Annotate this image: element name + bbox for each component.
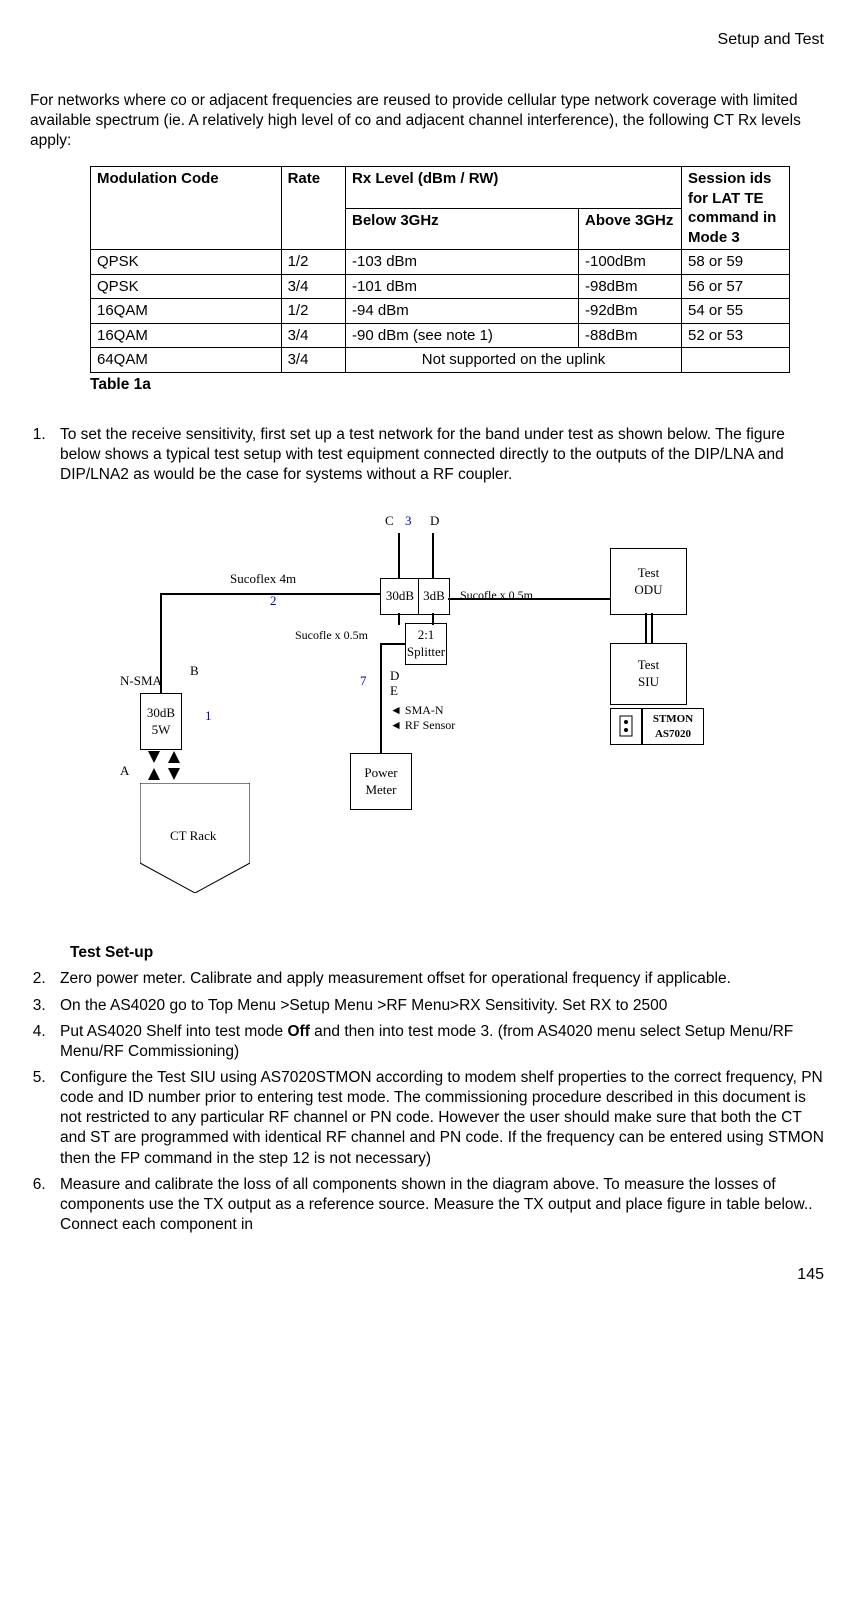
step-4: Put AS4020 Shelf into test mode Off and … bbox=[50, 1022, 824, 1062]
col-session: Session ids for LAT TE command in Mode 3 bbox=[682, 167, 790, 250]
step-1: To set the receive sensitivity, first se… bbox=[50, 425, 824, 964]
wire bbox=[160, 593, 400, 595]
antenna-icon bbox=[168, 751, 180, 763]
col-above: Above 3GHz bbox=[579, 208, 682, 250]
stmon: STMON AS7020 bbox=[642, 708, 704, 745]
label-nsma: N-SMA bbox=[120, 673, 162, 690]
num-3: 3 bbox=[405, 513, 412, 530]
col-mod: Modulation Code bbox=[91, 167, 282, 250]
label-d: D bbox=[430, 513, 439, 530]
antenna-icon bbox=[168, 768, 180, 780]
table-row: 16QAM 3/4 -90 dBm (see note 1) -88dBm 52… bbox=[91, 323, 790, 348]
antenna-icon bbox=[148, 751, 160, 763]
label-c: C bbox=[385, 513, 394, 530]
wire bbox=[448, 598, 613, 600]
wire bbox=[160, 593, 162, 645]
step-1-text: To set the receive sensitivity, first se… bbox=[60, 426, 785, 483]
label-sucoflex4m: Sucoflex 4m bbox=[230, 571, 296, 588]
wire bbox=[160, 643, 162, 693]
page-number: 145 bbox=[30, 1265, 824, 1286]
col-rate: Rate bbox=[281, 167, 345, 250]
table-row: QPSK 1/2 -103 dBm -100dBm 58 or 59 bbox=[91, 250, 790, 275]
attenuator-3db: 3dB bbox=[418, 578, 450, 615]
wire bbox=[380, 643, 382, 703]
step-6: Measure and calibrate the loss of all co… bbox=[50, 1175, 824, 1235]
label-a: A bbox=[120, 763, 129, 780]
step-5: Configure the Test SIU using AS7020STMON… bbox=[50, 1068, 824, 1169]
wire bbox=[398, 533, 400, 578]
rx-level-table: Modulation Code Rate Rx Level (dBm / RW)… bbox=[90, 166, 790, 373]
table-row: 16QAM 1/2 -94 dBm -92dBm 54 or 55 bbox=[91, 299, 790, 324]
test-siu: Test SIU bbox=[610, 643, 687, 705]
label-e: E bbox=[390, 683, 398, 700]
step-3: On the AS4020 go to Top Menu >Setup Menu… bbox=[50, 996, 824, 1016]
intro-paragraph: For networks where co or adjacent freque… bbox=[30, 91, 824, 151]
label-rfsensor: ◄ RF Sensor bbox=[390, 718, 455, 734]
section-header: Setup and Test bbox=[30, 30, 824, 51]
wire-thick bbox=[645, 613, 653, 643]
wire bbox=[398, 613, 400, 625]
test-setup-heading: Test Set-up bbox=[70, 943, 824, 963]
attenuator-30db-5w: 30dB 5W bbox=[140, 693, 182, 750]
wire bbox=[380, 703, 382, 753]
splitter: 2:1 Splitter bbox=[405, 623, 447, 665]
wire bbox=[380, 643, 405, 645]
power-meter: Power Meter bbox=[350, 753, 412, 810]
connector-icon bbox=[610, 708, 642, 745]
table-caption: Table 1a bbox=[90, 375, 824, 395]
label-sucoflex05a: Sucofle x 0.5m bbox=[295, 628, 368, 644]
table-row: 64QAM 3/4 Not supported on the uplink bbox=[91, 348, 790, 373]
num-1: 1 bbox=[205, 708, 212, 725]
table-row: QPSK 3/4 -101 dBm -98dBm 56 or 57 bbox=[91, 274, 790, 299]
procedure-list: To set the receive sensitivity, first se… bbox=[30, 425, 824, 1235]
col-rx: Rx Level (dBm / RW) bbox=[346, 167, 682, 209]
antenna-icon bbox=[148, 768, 160, 780]
test-setup-diagram: CT Rack 30dB 5W A B 1 N-SMA Sucoflex 4m … bbox=[120, 493, 740, 933]
num-7: 7 bbox=[360, 673, 367, 690]
col-below: Below 3GHz bbox=[346, 208, 579, 250]
wire bbox=[432, 533, 434, 578]
serial-icon bbox=[616, 714, 636, 739]
num-2: 2 bbox=[270, 593, 277, 610]
label-sucoflex05b: Sucofle x 0.5m bbox=[460, 588, 533, 604]
step-2: Zero power meter. Calibrate and apply me… bbox=[50, 969, 824, 989]
ct-rack-label: CT Rack bbox=[170, 828, 216, 845]
label-b: B bbox=[190, 663, 199, 680]
test-odu: Test ODU bbox=[610, 548, 687, 615]
label-sman: ◄ SMA-N bbox=[390, 703, 444, 719]
attenuator-30db: 30dB bbox=[380, 578, 420, 615]
wire bbox=[432, 613, 434, 625]
